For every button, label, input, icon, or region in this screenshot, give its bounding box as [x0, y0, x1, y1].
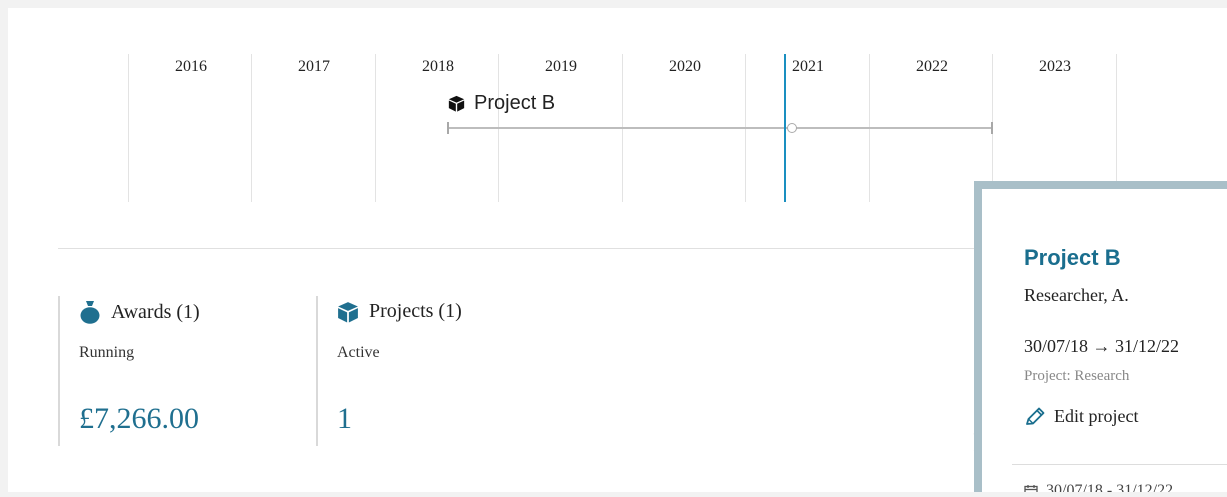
awards-stat[interactable]: Awards (1) Running £7,266.00: [58, 296, 300, 446]
edit-project-label: Edit project: [1054, 406, 1139, 426]
cube-icon: [448, 95, 465, 112]
timeline-project-name: Project B: [474, 92, 556, 114]
today-marker: [784, 54, 786, 202]
timeline-gridline: [1116, 54, 1117, 202]
projects-stat[interactable]: Projects (1) Active 1: [316, 296, 618, 446]
timeline-project-label[interactable]: Project B: [448, 92, 555, 115]
projects-title: Projects (1): [369, 300, 462, 322]
timeline-gridline: [251, 54, 252, 202]
money-bag-icon: [80, 301, 100, 324]
pencil-icon: [1026, 407, 1045, 425]
year-label: 2016: [175, 58, 207, 75]
projects-status: Active: [337, 344, 380, 361]
today-dot: [787, 123, 797, 133]
awards-status: Running: [79, 344, 135, 361]
popup-divider: [1012, 464, 1227, 465]
awards-heading: Awards (1): [79, 300, 200, 324]
project-duration-bar[interactable]: [447, 127, 993, 129]
awards-title: Awards (1): [111, 300, 200, 323]
popup-project-title[interactable]: Project B: [1024, 245, 1121, 271]
projects-value[interactable]: 1: [337, 402, 352, 436]
popup-dates: 30/07/18 → 31/12/22: [1024, 336, 1180, 356]
year-label: 2017: [298, 58, 330, 75]
year-label: 2020: [669, 58, 701, 75]
popup-footer-dates: 30/07/18 - 31/12/22: [1024, 482, 1173, 492]
year-label: 2023: [1039, 58, 1071, 75]
project-popup: Project B Researcher, A. 30/07/18 → 31/1…: [982, 189, 1227, 492]
year-label: 2019: [545, 58, 577, 75]
year-label: 2018: [422, 58, 454, 75]
timeline-gridline: [128, 54, 129, 202]
year-label: 2021: [792, 58, 824, 75]
year-label: 2022: [916, 58, 948, 75]
calendar-icon: [1024, 485, 1038, 492]
overview-card: 2016 2017 2018 2019 2020 2021 2022 2023 …: [8, 8, 1227, 492]
popup-project-type: Project: Research: [1024, 368, 1130, 384]
footer-dates-text: 30/07/18 - 31/12/22: [1046, 482, 1174, 492]
awards-value[interactable]: £7,266.00: [79, 402, 199, 436]
edit-project-button[interactable]: Edit project: [1024, 406, 1138, 427]
cube-icon: [338, 301, 358, 322]
timeline-gridline: [375, 54, 376, 202]
popup-person[interactable]: Researcher, A.: [1024, 285, 1129, 306]
duration-start-cap: [447, 122, 449, 134]
projects-heading: Projects (1): [337, 300, 462, 323]
duration-end-cap: [991, 122, 993, 134]
